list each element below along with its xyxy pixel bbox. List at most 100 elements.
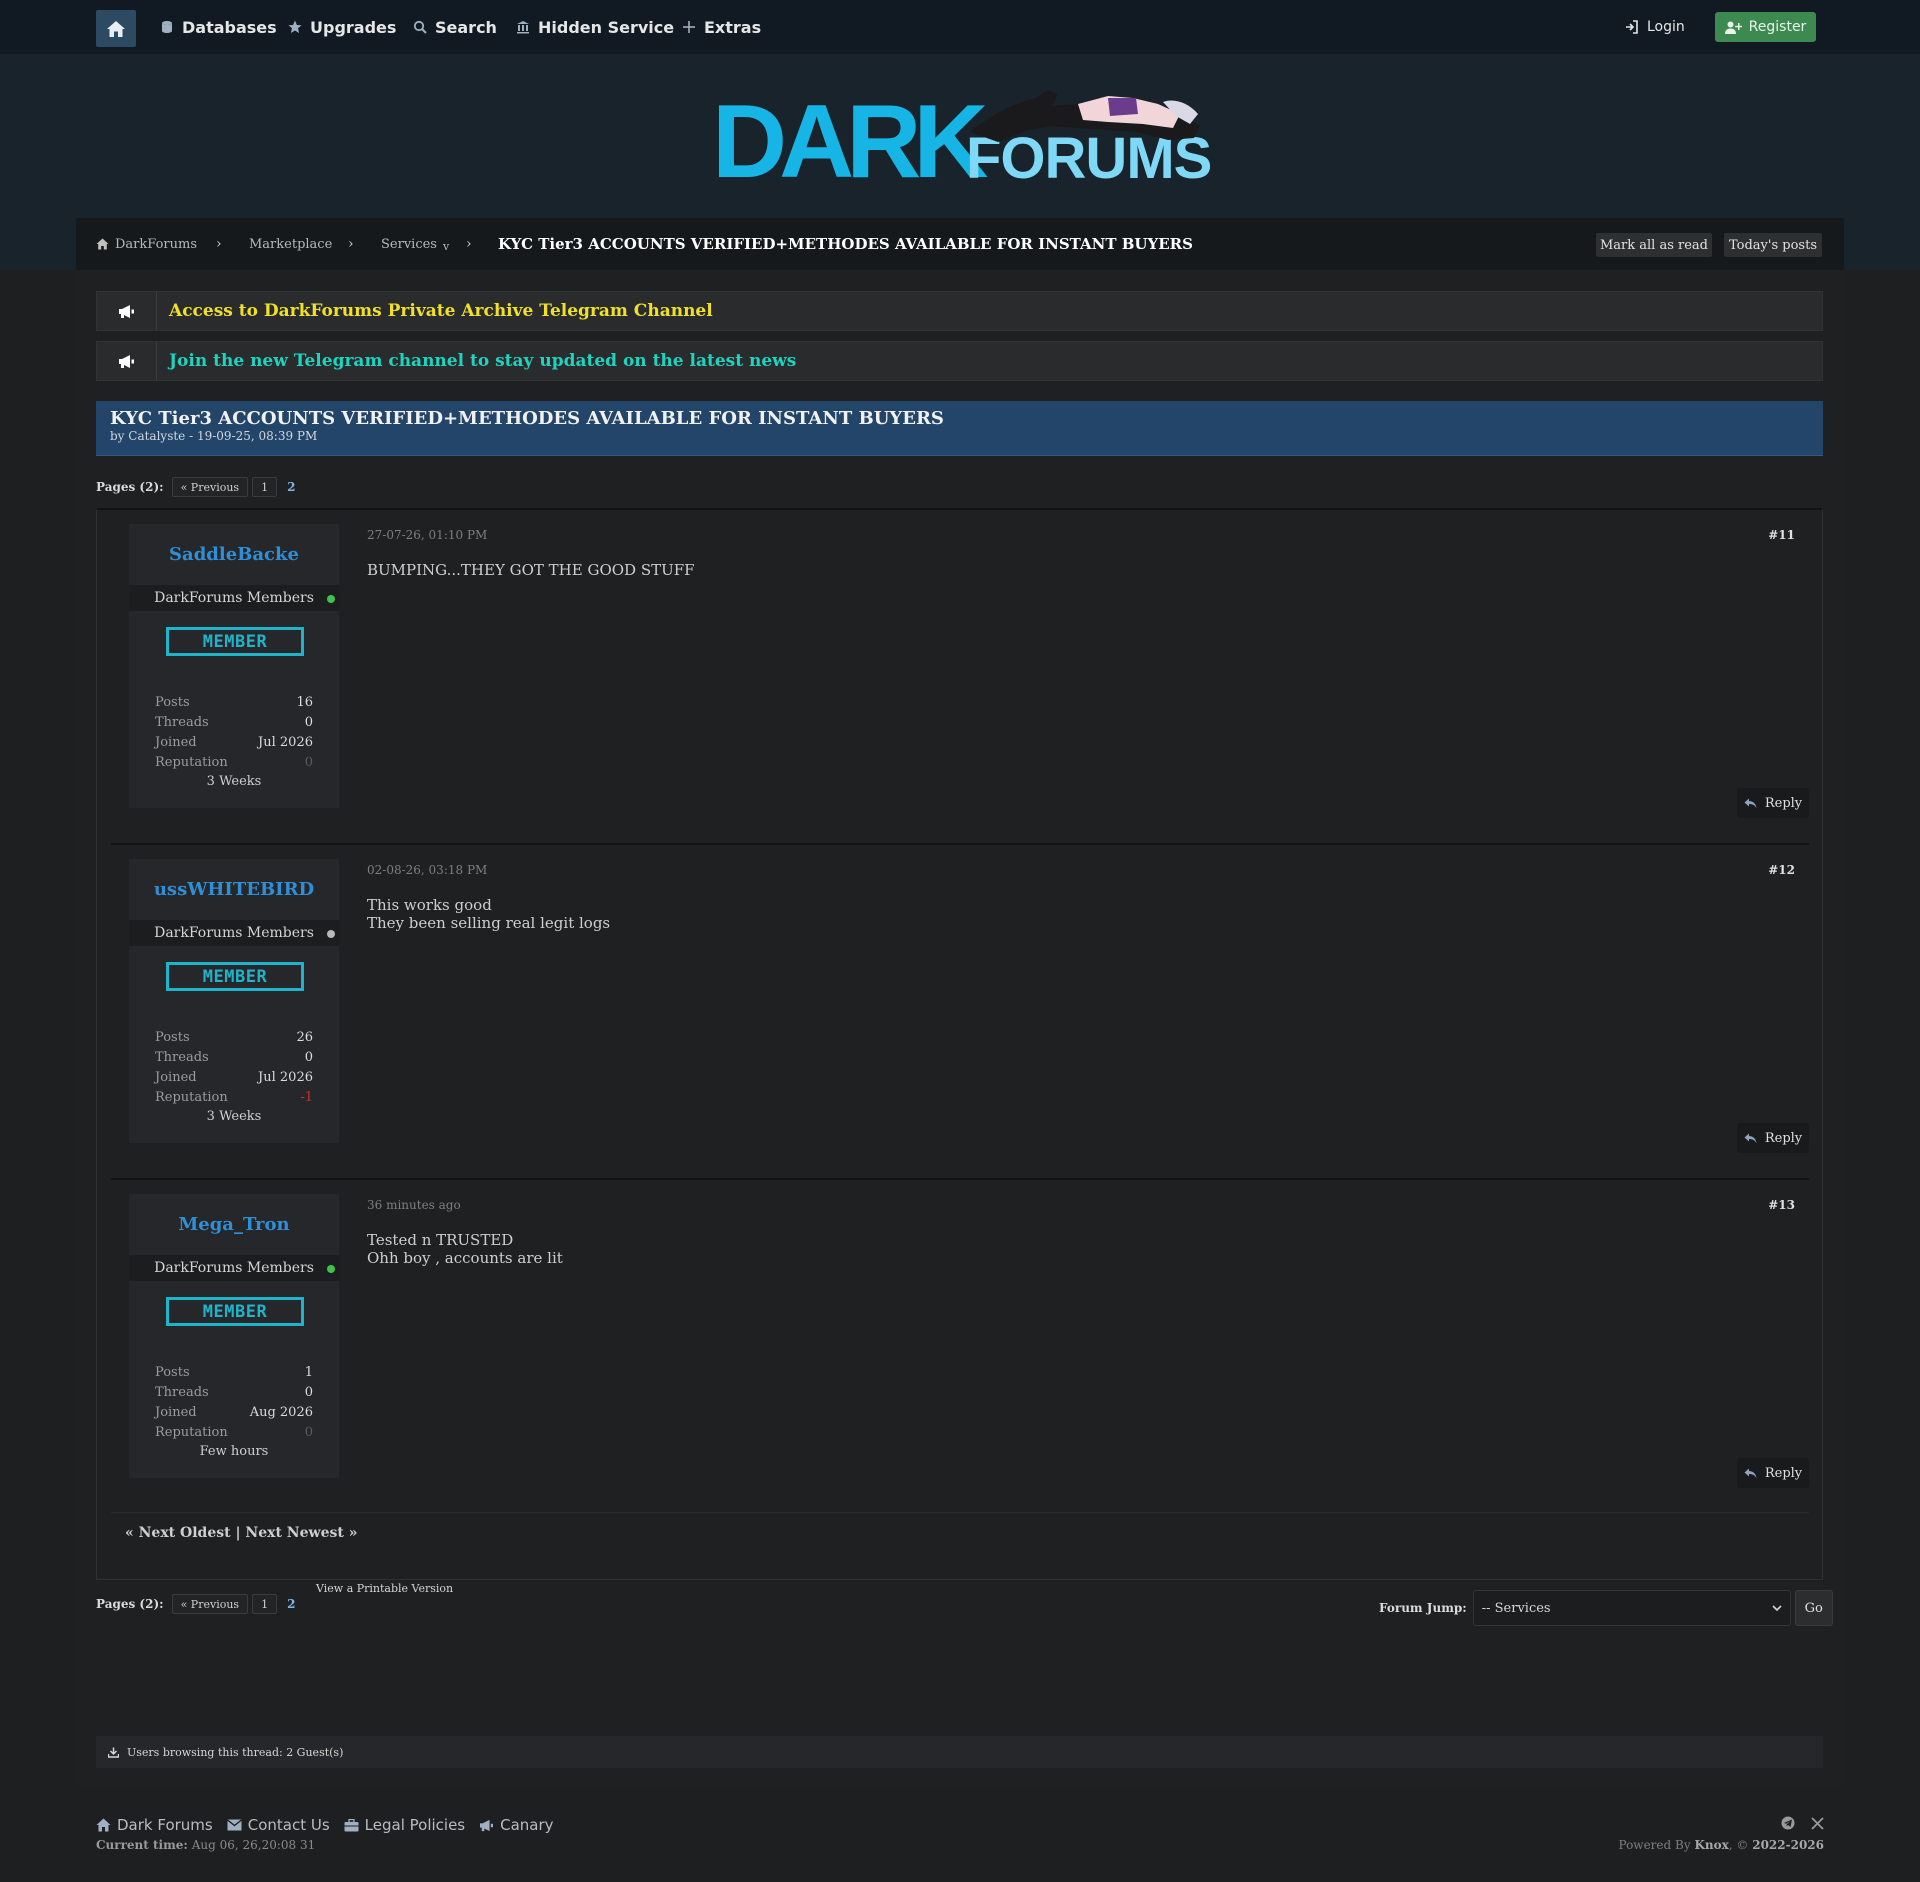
stat-label: Posts — [155, 694, 190, 710]
author-username[interactable]: SaddleBacke — [129, 524, 339, 584]
footer-link-canary[interactable]: Canary — [479, 1816, 554, 1834]
stat-label: Reputation — [155, 1424, 228, 1440]
forum-jump-go-button[interactable]: Go — [1794, 1590, 1833, 1626]
reputation-value[interactable]: 0 — [305, 755, 313, 770]
x-twitter-icon[interactable] — [1811, 1816, 1824, 1830]
breadcrumb-label: Marketplace — [249, 236, 333, 252]
breadcrumb-label: Services — [381, 236, 437, 252]
register-label: Register — [1748, 19, 1807, 35]
announcement-archive[interactable]: Access to DarkForums Private Archive Tel… — [96, 291, 1823, 331]
reputation-value[interactable]: 0 — [305, 1425, 313, 1440]
post-body: Tested n TRUSTED Ohh boy , accounts are … — [367, 1231, 563, 1267]
reply-button[interactable]: Reply — [1737, 1123, 1809, 1153]
post-number-link[interactable]: #12 — [1768, 863, 1795, 877]
footer-link-label: Legal Policies — [364, 1816, 466, 1834]
star-icon — [288, 20, 302, 33]
footer-link-contact[interactable]: Contact Us — [226, 1816, 330, 1834]
page-1-button[interactable]: 1 — [252, 477, 278, 497]
post-number-link[interactable]: #13 — [1768, 1198, 1795, 1212]
announcement-telegram[interactable]: Join the new Telegram channel to stay up… — [96, 341, 1823, 381]
login-link[interactable]: Login — [1625, 0, 1685, 54]
nav-upgrades[interactable]: Upgrades — [288, 0, 396, 54]
powered-by-link[interactable]: Knox — [1694, 1838, 1728, 1852]
stat-value: 16 — [296, 694, 313, 710]
author-username[interactable]: ussWHITEBIRD — [129, 859, 339, 919]
thread-title: KYC Tier3 ACCOUNTS VERIFIED+METHODES AVA… — [110, 408, 944, 429]
search-icon — [413, 20, 427, 34]
previous-page-button[interactable]: « Previous — [171, 1594, 249, 1614]
home-icon — [96, 1818, 111, 1832]
author-username[interactable]: Mega_Tron — [129, 1194, 339, 1254]
reply-icon — [1744, 1468, 1757, 1478]
megaphone-icon — [480, 1819, 494, 1831]
post-number-link[interactable]: #11 — [1768, 528, 1795, 542]
nav-search[interactable]: Search — [413, 0, 497, 54]
previous-page-button[interactable]: « Previous — [171, 477, 249, 497]
chevron-right-icon: › — [466, 236, 472, 252]
powered-prefix: Powered By — [1618, 1838, 1691, 1852]
post-body: This works good They been selling real l… — [367, 896, 610, 932]
stat-label: Posts — [155, 1029, 190, 1045]
stat-reputation: Reputation 0 — [155, 752, 313, 772]
usergroup-label: DarkForums Members — [154, 925, 314, 941]
forum-jump-selected: -- Services — [1481, 1600, 1551, 1616]
breadcrumb-services[interactable]: Services v — [381, 218, 449, 270]
nav-label: Search — [435, 17, 497, 37]
footer-link-dark-forums[interactable]: Dark Forums — [96, 1816, 213, 1834]
site-logo[interactable]: DARK FORUMS — [712, 80, 1212, 194]
online-status-icon — [327, 1265, 335, 1273]
announcement-text: Access to DarkForums Private Archive Tel… — [169, 301, 713, 321]
member-badge: MEMBER — [166, 962, 304, 991]
powered-by: Powered By Knox, © 2022-2026 — [1618, 1838, 1824, 1852]
mark-all-read-button[interactable]: Mark all as read — [1596, 233, 1712, 257]
users-browsing-bar: Users browsing this thread: 2 Guest(s) — [96, 1736, 1823, 1768]
stat-label: Threads — [155, 1049, 209, 1065]
nav-hidden-service[interactable]: Hidden Service — [516, 0, 674, 54]
post-item: ussWHITEBIRD DarkForums Members MEMBER P… — [111, 845, 1809, 1180]
author-panel: SaddleBacke DarkForums Members MEMBER Po… — [129, 524, 339, 808]
nav-extras[interactable]: Extras — [682, 0, 761, 54]
reputation-value[interactable]: -1 — [300, 1090, 313, 1105]
nav-label: Upgrades — [310, 17, 397, 37]
stat-label: Reputation — [155, 1089, 228, 1105]
pagination-bottom: Pages (2): « Previous 1 2 — [96, 1593, 295, 1615]
social-icons — [1781, 1816, 1824, 1830]
reply-button[interactable]: Reply — [1737, 788, 1809, 818]
reply-label: Reply — [1764, 795, 1803, 811]
reply-button[interactable]: Reply — [1737, 1458, 1809, 1488]
author-usergroup: DarkForums Members — [129, 585, 339, 611]
page-1-button[interactable]: 1 — [252, 1594, 278, 1614]
post-date: 27-07-26, 01:10 PM — [367, 528, 488, 542]
post-line: Ohh boy , accounts are lit — [367, 1249, 563, 1267]
forum-jump-select[interactable]: -- Services — [1472, 1590, 1791, 1626]
register-button[interactable]: Register — [1715, 12, 1816, 42]
stat-value: Jul 2026 — [258, 734, 313, 750]
chevron-right-icon: › — [348, 236, 354, 252]
nav-databases[interactable]: Databases — [160, 0, 277, 54]
post-line: They been selling real legit logs — [367, 914, 611, 932]
reply-label: Reply — [1764, 1130, 1803, 1146]
top-navbar: Databases Upgrades Search Hidden Service… — [0, 0, 1920, 54]
author-panel: ussWHITEBIRD DarkForums Members MEMBER P… — [129, 859, 339, 1143]
nav-label: Hidden Service — [538, 17, 675, 37]
stat-value: 0 — [304, 1049, 313, 1065]
stat-label: Threads — [155, 714, 209, 730]
member-badge: MEMBER — [166, 627, 304, 656]
usergroup-label: DarkForums Members — [154, 1260, 314, 1276]
stat-threads: Threads 0 — [155, 1047, 313, 1067]
post-line: BUMPING...THEY GOT THE GOOD STUFF — [367, 561, 695, 579]
breadcrumb-home[interactable]: DarkForums — [96, 218, 197, 270]
footer-links: Dark Forums Contact Us Legal Policies Ca… — [96, 1816, 554, 1834]
next-thread-links[interactable]: « Next Oldest | Next Newest » — [125, 1525, 357, 1541]
footer-link-legal[interactable]: Legal Policies — [344, 1816, 465, 1834]
chevron-down-icon — [1772, 1604, 1782, 1611]
current-time-label: Current time: — [96, 1838, 188, 1852]
breadcrumb: DarkForums › Marketplace › Services v › … — [76, 218, 1844, 270]
home-button[interactable] — [96, 10, 136, 47]
breadcrumb-marketplace[interactable]: Marketplace — [249, 218, 332, 270]
stat-reputation: Reputation 0 — [155, 1422, 313, 1442]
todays-posts-button[interactable]: Today's posts — [1724, 233, 1822, 257]
usergroup-label: DarkForums Members — [154, 590, 314, 606]
printable-version-link[interactable]: View a Printable Version — [316, 1582, 453, 1595]
telegram-icon[interactable] — [1781, 1816, 1795, 1830]
